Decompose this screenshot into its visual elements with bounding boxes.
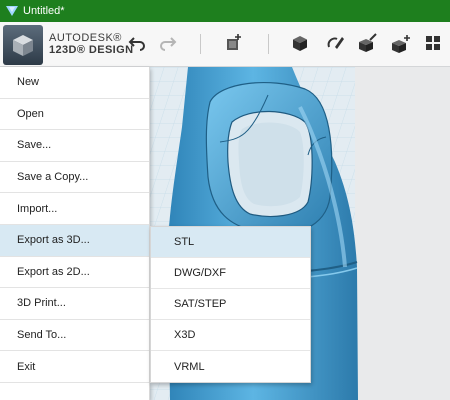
add-box-button[interactable] bbox=[223, 32, 245, 54]
submenu-item-sat-step[interactable]: SAT/STEP bbox=[151, 289, 310, 320]
undo-icon bbox=[128, 37, 145, 51]
menu-item-label: Exit bbox=[17, 360, 36, 373]
submenu-item-dwg-dxf[interactable]: DWG/DXF bbox=[151, 258, 310, 289]
submenu-item-stl[interactable]: STL bbox=[151, 227, 310, 258]
application-menu: New Open Save... Save a Copy... Import..… bbox=[0, 67, 150, 400]
title-bar: Untitled* bbox=[0, 0, 450, 22]
submenu-item-x3d[interactable]: X3D bbox=[151, 320, 310, 351]
toolbar-separator bbox=[200, 34, 201, 54]
construct-icon bbox=[359, 33, 377, 52]
menu-item-send-to[interactable]: Send To... bbox=[0, 320, 149, 352]
pattern-button[interactable] bbox=[422, 32, 444, 54]
menu-item-save[interactable]: Save... bbox=[0, 130, 149, 162]
sketch-icon bbox=[327, 37, 344, 49]
menu-item-label: Export as 2D... bbox=[17, 265, 90, 278]
construct-button[interactable] bbox=[357, 32, 379, 54]
app-menu-button[interactable] bbox=[3, 25, 43, 65]
submenu-item-label: DWG/DXF bbox=[174, 267, 226, 279]
menu-item-label: New bbox=[17, 76, 40, 89]
menu-item-label: Save a Copy... bbox=[17, 171, 89, 184]
menu-item-export-2d[interactable]: Export as 2D... bbox=[0, 257, 149, 289]
menu-item-3d-print[interactable]: 3D Print... bbox=[0, 288, 149, 320]
menu-item-label: Send To... bbox=[17, 329, 67, 342]
menu-item-export-3d[interactable]: Export as 3D... bbox=[0, 224, 149, 257]
brand-line-2: 123D® DESIGN bbox=[49, 44, 134, 56]
submenu-item-vrml[interactable]: VRML bbox=[151, 351, 310, 382]
menu-item-new[interactable]: New bbox=[0, 67, 149, 99]
cube-logo-icon bbox=[13, 35, 33, 56]
export-3d-submenu: STL DWG/DXF SAT/STEP X3D VRML bbox=[150, 226, 311, 383]
app-logo-icon bbox=[6, 6, 18, 16]
sketch-button[interactable] bbox=[324, 32, 346, 54]
menu-item-label: Export as 3D... bbox=[17, 234, 90, 247]
modify-button[interactable] bbox=[390, 32, 412, 54]
primitives-button[interactable] bbox=[289, 32, 311, 54]
menu-item-open[interactable]: Open bbox=[0, 99, 149, 131]
main-toolbar: AUTODESK® 123D® DESIGN bbox=[0, 22, 450, 67]
submenu-item-label: X3D bbox=[174, 329, 196, 341]
menu-item-save-a-copy[interactable]: Save a Copy... bbox=[0, 162, 149, 194]
submenu-item-label: SAT/STEP bbox=[174, 298, 227, 310]
menu-item-exit[interactable]: Exit bbox=[0, 351, 149, 383]
primitives-icon bbox=[293, 36, 307, 51]
menu-item-label: Import... bbox=[17, 202, 58, 215]
pattern-icon bbox=[426, 36, 440, 50]
add-box-icon bbox=[227, 34, 241, 50]
brand-logo: AUTODESK® 123D® DESIGN bbox=[49, 33, 133, 56]
toolbar-separator bbox=[268, 34, 269, 54]
menu-item-label: Open bbox=[17, 107, 44, 120]
brand-line-1: AUTODESK® bbox=[49, 32, 122, 44]
menu-item-label: Save... bbox=[17, 139, 52, 152]
menu-item-label: 3D Print... bbox=[17, 297, 66, 310]
redo-icon bbox=[160, 37, 177, 51]
submenu-item-label: STL bbox=[174, 236, 195, 248]
window-title: Untitled* bbox=[23, 5, 65, 17]
redo-button[interactable] bbox=[157, 32, 179, 54]
menu-item-import[interactable]: Import... bbox=[0, 193, 149, 225]
modify-icon bbox=[392, 35, 410, 53]
undo-button[interactable] bbox=[126, 32, 148, 54]
submenu-item-label: VRML bbox=[174, 360, 205, 373]
